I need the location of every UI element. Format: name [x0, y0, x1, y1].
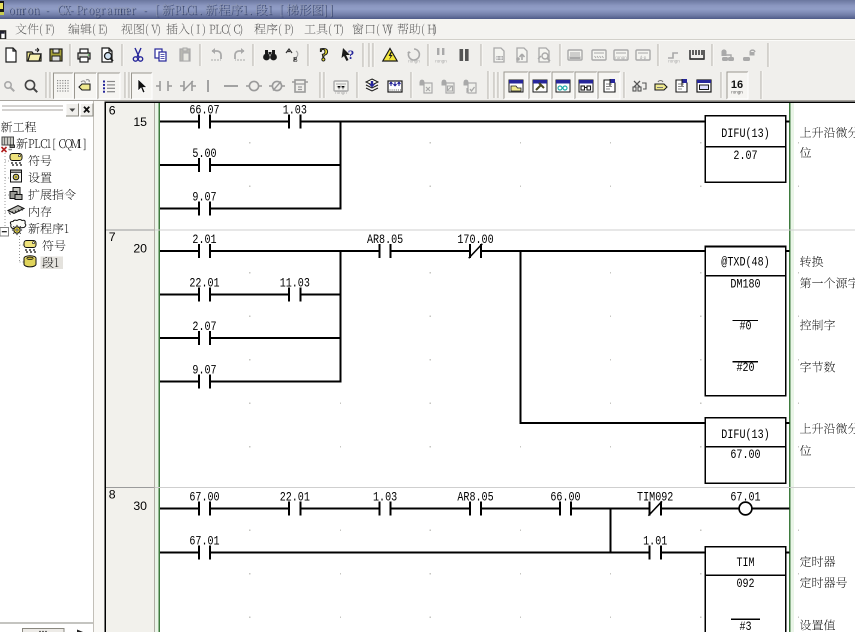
svg-text:67.01: 67.01 [730, 491, 760, 505]
svg-text:2.07: 2.07 [192, 320, 216, 334]
svg-text:AR8.05: AR8.05 [457, 491, 493, 505]
svg-text:7: 7 [109, 230, 116, 244]
svg-text:TIM092: TIM092 [637, 491, 673, 505]
svg-text:rongn: rongn [408, 59, 420, 64]
svg-text:#20: #20 [736, 361, 754, 375]
svg-text:DIFU(13): DIFU(13) [721, 428, 769, 442]
svg-text:rongn: rongn [668, 59, 680, 64]
svg-text:8: 8 [109, 488, 116, 502]
svg-text:AR8.05: AR8.05 [367, 233, 403, 247]
svg-text:67.00: 67.00 [730, 448, 760, 462]
svg-text:67.00: 67.00 [189, 491, 219, 505]
svg-text:30: 30 [133, 499, 147, 513]
svg-text:67.01: 67.01 [189, 535, 219, 549]
svg-text:#3: #3 [739, 620, 751, 632]
svg-text:?: ? [348, 47, 355, 62]
svg-text:9.07: 9.07 [192, 364, 216, 378]
svg-text:5.00: 5.00 [192, 147, 216, 161]
svg-text:rongn: rongn [731, 90, 743, 95]
svg-text:1.03: 1.03 [283, 104, 307, 118]
svg-text:TIM: TIM [736, 556, 754, 570]
svg-text:rongn: rongn [615, 55, 627, 60]
svg-text:22.01: 22.01 [189, 277, 219, 291]
svg-text:d-p: d-p [640, 55, 647, 60]
svg-text:B: B [293, 57, 298, 64]
svg-text:?: ? [319, 45, 329, 66]
svg-text:66.07: 66.07 [189, 104, 219, 118]
svg-text:2.01: 2.01 [192, 233, 216, 247]
svg-text:@TXD(48): @TXD(48) [721, 256, 769, 270]
svg-text:9.07: 9.07 [192, 191, 216, 205]
svg-text:11.03: 11.03 [280, 277, 310, 291]
svg-text:15: 15 [133, 115, 147, 129]
svg-text:DIFU(13): DIFU(13) [721, 127, 769, 141]
svg-text:6: 6 [109, 104, 116, 118]
svg-text:20: 20 [133, 242, 147, 256]
svg-text:1.03: 1.03 [373, 491, 397, 505]
svg-text:092: 092 [736, 577, 754, 591]
svg-text:170.00: 170.00 [457, 233, 493, 247]
svg-text:1.01: 1.01 [643, 535, 667, 549]
svg-text:rongn: rongn [435, 59, 447, 64]
svg-text:#0: #0 [739, 320, 751, 334]
svg-text:2.07: 2.07 [733, 149, 757, 163]
svg-text:66.00: 66.00 [550, 491, 580, 505]
svg-text:22.01: 22.01 [280, 491, 310, 505]
svg-text:rongn: rongn [335, 90, 347, 95]
svg-text:DM180: DM180 [730, 278, 760, 292]
